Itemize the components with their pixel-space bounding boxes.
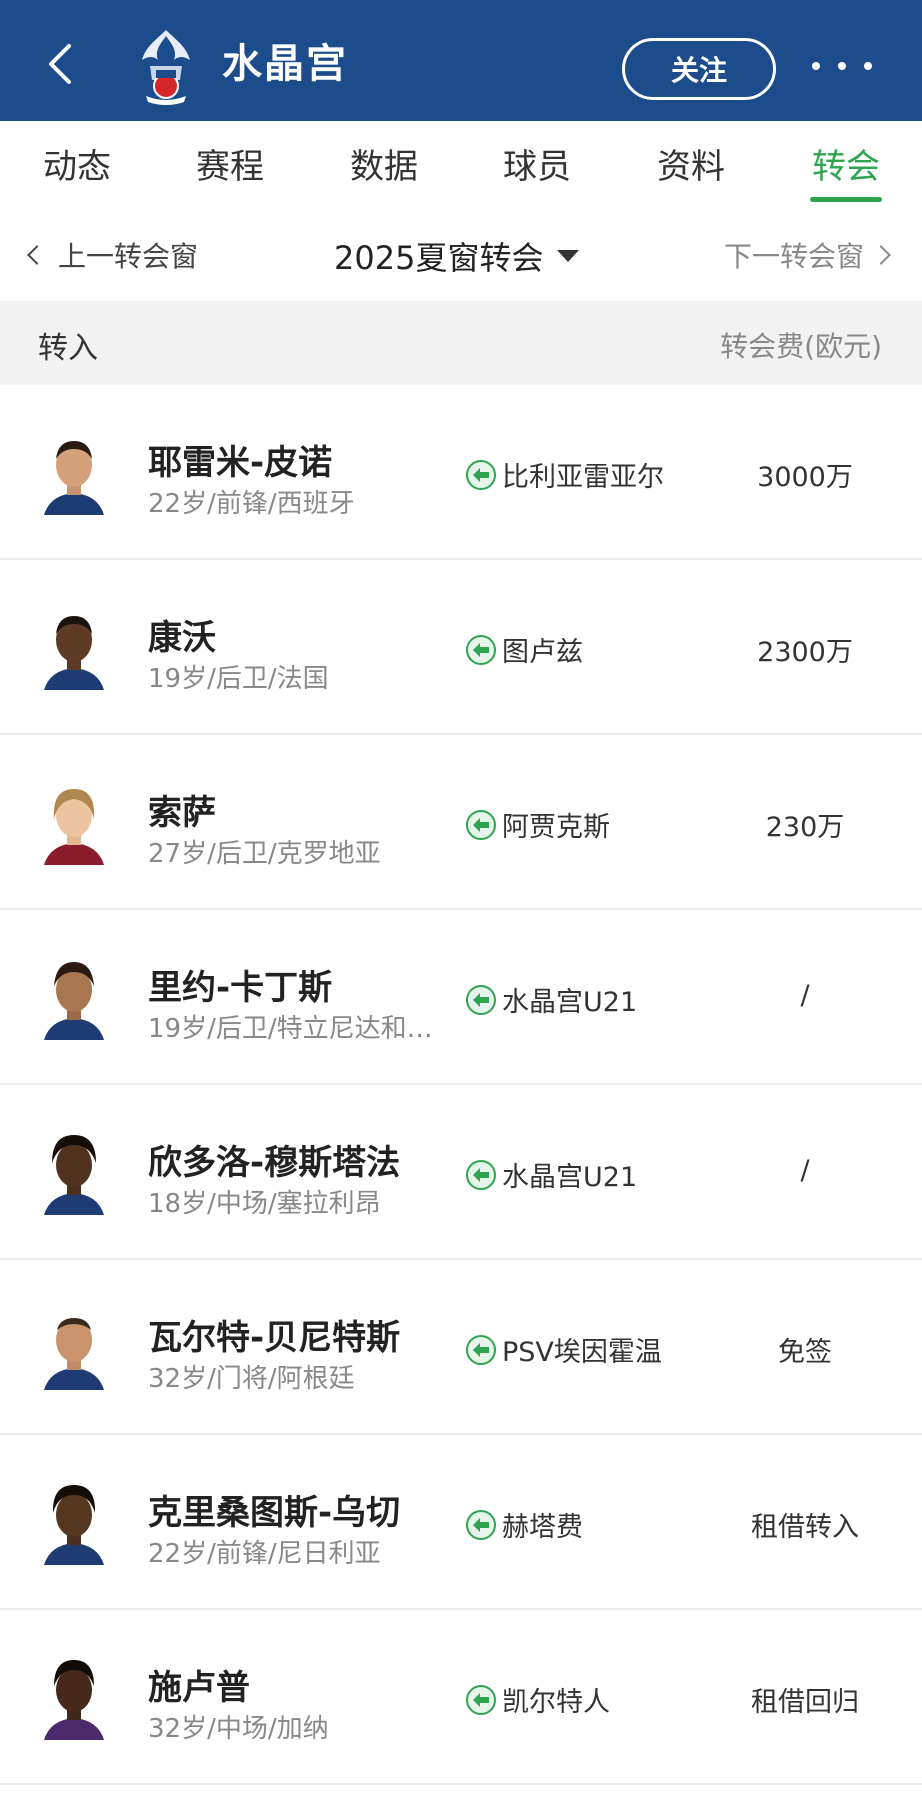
transfer-fee: 230万 [765, 812, 845, 843]
prev-window-button[interactable]: 上一转会窗 [27, 235, 199, 275]
tab-info[interactable]: 资料 [631, 139, 751, 188]
from-club: 阿贾克斯 [466, 805, 610, 844]
player-info: 22岁/前锋/西班牙 [148, 489, 355, 519]
dot-icon [864, 62, 872, 70]
transfer-in-list: 耶雷米-皮诺 22岁/前锋/西班牙 比利亚雷亚尔 3000万 康沃 19岁/后卫… [0, 385, 922, 1785]
player-avatar [40, 1129, 108, 1215]
from-club-name: 阿贾克斯 [502, 812, 610, 843]
player-row[interactable]: 施卢普 32岁/中场/加纳 凯尔特人 租借回归 [0, 1610, 922, 1785]
tab-news[interactable]: 动态 [17, 139, 137, 188]
player-row[interactable]: 索萨 27岁/后卫/克罗地亚 阿贾克斯 230万 [0, 735, 922, 910]
from-club-name: 比利亚雷亚尔 [502, 462, 664, 493]
tab-transfers[interactable]: 转会 [786, 139, 906, 188]
player-name: 里约-卡丁斯 [148, 968, 333, 1008]
player-row[interactable]: 欣多洛-穆斯塔法 18岁/中场/塞拉利昂 水晶宫U21 / [0, 1085, 922, 1260]
tab-players[interactable]: 球员 [477, 139, 597, 188]
player-info: 27岁/后卫/克罗地亚 [148, 839, 381, 869]
follow-button[interactable]: 关注 [622, 38, 776, 100]
transfer-in-arrow-icon [466, 1684, 496, 1715]
section-title: 转入 [38, 331, 98, 366]
next-window-button[interactable]: 下一转会窗 [723, 235, 891, 275]
player-name: 瓦尔特-贝尼特斯 [148, 1318, 401, 1358]
fee-column-header: 转会费(欧元) [720, 330, 882, 363]
transfer-fee: 租借转入 [751, 1512, 859, 1543]
player-name: 施卢普 [148, 1668, 250, 1708]
tab-schedule[interactable]: 赛程 [170, 139, 290, 188]
player-row[interactable]: 耶雷米-皮诺 22岁/前锋/西班牙 比利亚雷亚尔 3000万 [0, 385, 922, 560]
player-avatar [40, 1304, 108, 1390]
chevron-right-icon [871, 245, 891, 265]
prev-window-label: 上一转会窗 [58, 240, 199, 273]
next-window-label: 下一转会窗 [723, 240, 864, 273]
player-info: 32岁/门将/阿根廷 [148, 1364, 355, 1394]
chevron-left-icon [49, 44, 71, 84]
chevron-left-icon [27, 245, 47, 265]
transfer-in-arrow-icon [466, 634, 496, 665]
team-title: 水晶宫 [222, 41, 348, 87]
player-row[interactable]: 里约-卡丁斯 19岁/后卫/特立尼达和… 水晶宫U21 / [0, 910, 922, 1085]
transfer-fee: 3000万 [757, 462, 853, 493]
transfer-fee: 免签 [778, 1337, 832, 1368]
player-avatar [40, 1654, 108, 1740]
player-name: 康沃 [148, 618, 216, 658]
player-avatar [40, 779, 108, 865]
player-info: 19岁/后卫/法国 [148, 664, 329, 694]
player-name: 欣多洛-穆斯塔法 [148, 1143, 401, 1183]
player-info: 18岁/中场/塞拉利昂 [148, 1189, 381, 1219]
transfer-window-switcher: 上一转会窗 2025夏窗转会 下一转会窗 [0, 207, 922, 301]
transfer-fee: 租借回归 [751, 1687, 859, 1718]
player-name: 耶雷米-皮诺 [148, 443, 333, 483]
top-bar: 水晶宫 关注 [0, 0, 922, 121]
transfer-in-arrow-icon [466, 1334, 496, 1365]
transfer-in-arrow-icon [466, 459, 496, 490]
from-club: 比利亚雷亚尔 [466, 455, 664, 494]
from-club-name: 赫塔费 [502, 1512, 583, 1543]
player-row[interactable]: 瓦尔特-贝尼特斯 32岁/门将/阿根廷 PSV埃因霍温 免签 [0, 1260, 922, 1435]
transfer-fee: / [800, 980, 810, 1011]
from-club: 凯尔特人 [466, 1680, 610, 1719]
from-club-name: 图卢兹 [502, 637, 583, 668]
transfer-fee: / [800, 1155, 810, 1186]
window-selector[interactable]: 2025夏窗转会 [334, 233, 580, 279]
from-club: 水晶宫U21 [466, 980, 637, 1019]
from-club-name: 水晶宫U21 [502, 1162, 638, 1193]
tab-stats[interactable]: 数据 [324, 139, 444, 188]
from-club: 图卢兹 [466, 630, 583, 669]
dot-icon [838, 62, 846, 70]
team-crest-icon [134, 26, 198, 106]
player-info: 19岁/后卫/特立尼达和… [148, 1014, 433, 1044]
active-tab-indicator [810, 197, 882, 202]
player-name: 克里桑图斯-乌切 [148, 1493, 401, 1533]
player-avatar [40, 1479, 108, 1565]
from-club-name: 水晶宫U21 [502, 987, 638, 1018]
transfer-in-arrow-icon [466, 809, 496, 840]
tab-bar: 动态 赛程 数据 球员 资料 转会 [0, 121, 922, 207]
from-club: 水晶宫U21 [466, 1155, 637, 1194]
player-name: 索萨 [148, 793, 216, 833]
transfer-in-arrow-icon [466, 1509, 496, 1540]
transfer-in-arrow-icon [466, 984, 496, 1015]
player-avatar [40, 429, 108, 515]
window-title-label: 2025夏窗转会 [334, 239, 544, 277]
player-avatar [40, 954, 108, 1040]
more-options-button[interactable] [812, 54, 872, 78]
from-club-name: PSV埃因霍温 [502, 1337, 662, 1368]
transfer-fee: 2300万 [757, 637, 853, 668]
player-info: 32岁/中场/加纳 [148, 1714, 329, 1744]
section-header: 转入 转会费(欧元) [0, 301, 922, 385]
from-club-name: 凯尔特人 [502, 1687, 610, 1718]
player-row[interactable]: 克里桑图斯-乌切 22岁/前锋/尼日利亚 赫塔费 租借转入 [0, 1435, 922, 1610]
dot-icon [812, 62, 820, 70]
dropdown-caret-icon [557, 250, 580, 262]
transfer-in-arrow-icon [466, 1159, 496, 1190]
from-club: PSV埃因霍温 [466, 1330, 662, 1369]
from-club: 赫塔费 [466, 1505, 583, 1544]
player-info: 22岁/前锋/尼日利亚 [148, 1539, 381, 1569]
player-row[interactable]: 康沃 19岁/后卫/法国 图卢兹 2300万 [0, 560, 922, 735]
back-button[interactable] [38, 38, 82, 90]
player-avatar [40, 604, 108, 690]
